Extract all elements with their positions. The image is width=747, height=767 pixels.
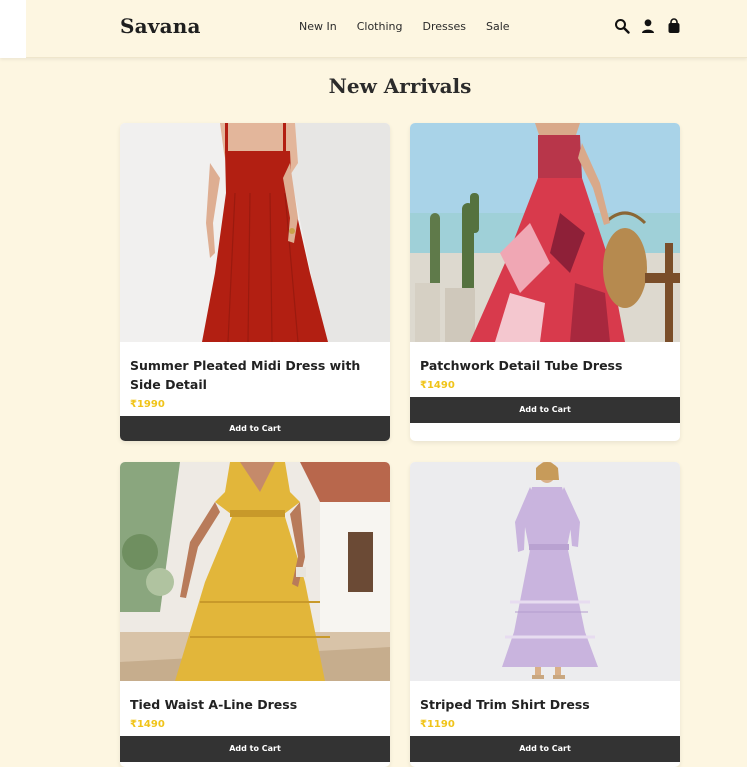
brand-logo[interactable]: Savana <box>120 14 201 38</box>
bag-icon[interactable] <box>666 18 682 34</box>
product-image[interactable] <box>120 123 390 342</box>
product-title[interactable]: Patchwork Detail Tube Dress <box>410 342 680 375</box>
nav-dresses[interactable]: Dresses <box>422 20 465 33</box>
add-to-cart-button[interactable]: Add to Cart <box>120 416 390 441</box>
product-image[interactable] <box>410 123 680 342</box>
product-card[interactable]: Tied Waist A-Line Dress ₹1490 Add to Car… <box>120 462 390 767</box>
product-card[interactable]: Striped Trim Shirt Dress ₹1190 Add to Ca… <box>410 462 680 767</box>
add-to-cart-button[interactable]: Add to Cart <box>410 397 680 423</box>
main-nav: New In Clothing Dresses Sale <box>299 20 530 33</box>
nav-new-in[interactable]: New In <box>299 20 337 33</box>
header-left-strip <box>0 0 26 58</box>
add-to-cart-button[interactable]: Add to Cart <box>410 736 680 762</box>
product-image[interactable] <box>410 462 680 681</box>
product-price: ₹1490 <box>130 719 165 730</box>
user-icon[interactable] <box>640 18 656 34</box>
add-to-cart-button[interactable]: Add to Cart <box>120 736 390 762</box>
search-icon[interactable] <box>614 18 630 34</box>
product-title[interactable]: Striped Trim Shirt Dress <box>410 681 680 714</box>
product-image[interactable] <box>120 462 390 681</box>
header-icons <box>614 18 682 34</box>
product-card[interactable]: Patchwork Detail Tube Dress ₹1490 Add to… <box>410 123 680 441</box>
section-title: New Arrivals <box>328 74 472 98</box>
site-header: Savana New In Clothing Dresses Sale <box>0 0 747 58</box>
product-title[interactable]: Tied Waist A-Line Dress <box>120 681 390 714</box>
nav-clothing[interactable]: Clothing <box>357 20 403 33</box>
product-title[interactable]: Summer Pleated Midi Dress with Side Deta… <box>120 342 390 394</box>
nav-sale[interactable]: Sale <box>486 20 510 33</box>
product-price: ₹1490 <box>420 380 455 391</box>
product-price: ₹1190 <box>420 719 455 730</box>
product-price: ₹1990 <box>130 399 165 410</box>
product-card[interactable]: Summer Pleated Midi Dress with Side Deta… <box>120 123 390 441</box>
